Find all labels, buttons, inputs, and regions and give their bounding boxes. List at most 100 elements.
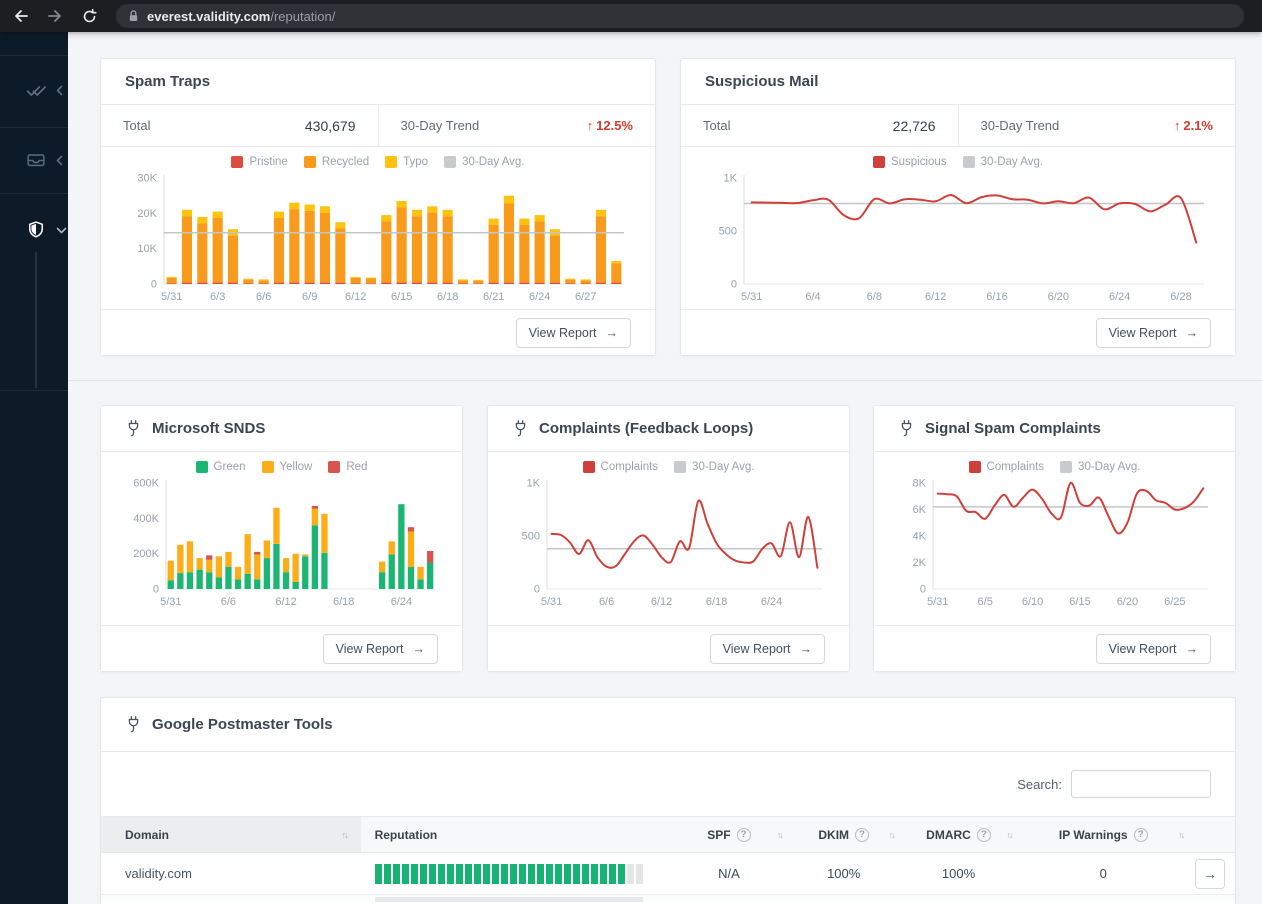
search-row: Search: [101,752,1235,816]
table-header: Domain ↑↓ Reputation SPF ? ↑↓ DKIM ? ↑↓ … [101,816,1235,853]
column-header-spf[interactable]: SPF ? ↑↓ [670,817,788,852]
complaints-fbl-card: Complaints (Feedback Loops) Complaints 30… [487,405,850,672]
sort-icon[interactable]: ↑↓ [342,830,349,840]
card-title: Microsoft SNDS [152,420,266,437]
spf-cell: N/A [718,866,740,881]
inbox-icon [27,154,45,167]
svg-text:6/6: 6/6 [256,291,271,303]
content-top-strip [68,32,1262,36]
stat-row: Total 430,679 30-Day Trend ↑ 12.5% [101,105,655,147]
sidebar-item-reputation[interactable] [0,210,68,250]
svg-text:4K: 4K [913,531,927,543]
svg-text:6/18: 6/18 [706,596,727,608]
card-footer: View Report → [681,309,1235,355]
svg-text:5/31: 5/31 [541,596,562,608]
svg-text:6/25: 6/25 [1164,596,1185,608]
plug-icon [512,419,529,438]
sidebar-item-validation[interactable] [0,70,68,110]
search-input[interactable] [1071,770,1211,798]
legend-item: Typo [385,156,428,168]
sort-icon[interactable]: ↑↓ [1178,830,1185,840]
svg-text:6/20: 6/20 [1048,291,1069,303]
view-report-button[interactable]: View Report → [322,633,438,664]
legend-item: 30-Day Avg. [962,156,1043,168]
reputation-bar [374,863,643,884]
dmarc-cell: 100% [941,866,976,881]
table-row[interactable]: validity.com N/A 100% 100% 0 → [101,853,1235,895]
card-title: Suspicious Mail [681,59,1235,105]
forward-button[interactable] [42,3,68,29]
chart-legend: Green Yellow Red [101,461,462,473]
help-icon[interactable]: ? [976,827,991,842]
total-label: Total [123,118,151,133]
legend-item: Complaints [968,461,1044,473]
column-header-dmarc[interactable]: DMARC ? ↑↓ [900,817,1018,852]
back-button[interactable] [8,3,34,29]
trend-up-icon: ↑ [586,118,594,133]
svg-text:6/6: 6/6 [599,596,614,608]
submenu-indicator [35,252,37,388]
svg-text:5/31: 5/31 [160,596,181,608]
shield-icon [29,221,43,238]
legend-swatch [231,156,244,168]
arrow-right-icon: → [1185,325,1199,340]
svg-text:6/10: 6/10 [1022,596,1043,608]
chevron-down-icon [56,227,67,234]
legend-item: Complaints [582,461,658,473]
svg-text:6/15: 6/15 [391,291,412,303]
svg-text:20K: 20K [137,208,157,220]
svg-text:6/5: 6/5 [978,596,993,608]
card-header: Microsoft SNDS [101,406,462,452]
view-report-button[interactable]: View Report → [709,633,825,664]
row-detail-button[interactable]: → [1195,858,1225,889]
refresh-icon [83,8,97,22]
card-header: Google Postmaster Tools [101,698,1235,752]
sidebar-item-inbox[interactable] [0,140,68,180]
column-header-domain[interactable]: Domain ↑↓ [101,817,361,852]
card-footer: View Report → [488,625,849,671]
legend-swatch [444,156,457,168]
help-icon[interactable]: ? [1133,827,1148,842]
card-title: Complaints (Feedback Loops) [539,420,754,437]
svg-text:6/24: 6/24 [761,596,782,608]
browser-bar: everest.validity.com/reputation/ [0,0,1262,32]
sidebar-divider [0,390,68,391]
sort-icon[interactable]: ↑↓ [889,830,896,840]
svg-text:6/28: 6/28 [1170,291,1191,303]
svg-text:6/24: 6/24 [529,291,550,303]
refresh-button[interactable] [76,3,102,29]
column-header-ip-warnings[interactable]: IP Warnings ? ↑↓ [1017,817,1189,852]
dkim-cell: 100% [827,866,861,881]
screen: everest.validity.com/reputation/ Spam Tr… [0,0,1262,904]
legend-item: Recycled [303,156,369,168]
domain-cell: validity.com [125,866,192,881]
back-arrow-icon [15,10,28,22]
view-report-button[interactable]: View Report → [1095,317,1211,348]
trend-value: ↑ 12.5% [586,118,633,133]
signal-spam-card: Signal Spam Complaints Complaints 30-Day … [873,405,1236,672]
sort-icon[interactable]: ↑↓ [777,830,784,840]
card-header: Complaints (Feedback Loops) [488,406,849,452]
plug-icon [125,419,142,438]
svg-text:5/31: 5/31 [161,291,182,303]
sort-icon[interactable]: ↑↓ [1006,830,1013,840]
signal-spam-chart: 0 2K 4K 6K 8K 5/31 6/5 6/10 6/15 6/20 6/25 [913,478,1208,608]
svg-text:5/31: 5/31 [927,596,948,608]
trend-label: 30-Day Trend [980,118,1060,133]
view-report-button[interactable]: View Report → [515,317,631,348]
legend-swatch [674,461,687,473]
chart-legend: Complaints 30-Day Avg. [874,461,1235,473]
column-header-dkim[interactable]: DKIM ? ↑↓ [788,817,900,852]
svg-text:6/12: 6/12 [925,291,946,303]
ip-warnings-cell: 0 [1099,866,1107,881]
view-report-button[interactable]: View Report → [1095,633,1211,664]
svg-text:500: 500 [522,531,540,543]
next-table-row-partial [101,895,1235,902]
help-icon[interactable]: ? [855,827,870,842]
help-icon[interactable]: ? [736,827,751,842]
legend-item: Green [195,461,246,473]
card-title: Spam Traps [101,59,655,105]
url-bar[interactable]: everest.validity.com/reputation/ [116,4,1244,28]
card-title: Signal Spam Complaints [925,420,1101,437]
chart-legend: Complaints 30-Day Avg. [488,461,849,473]
